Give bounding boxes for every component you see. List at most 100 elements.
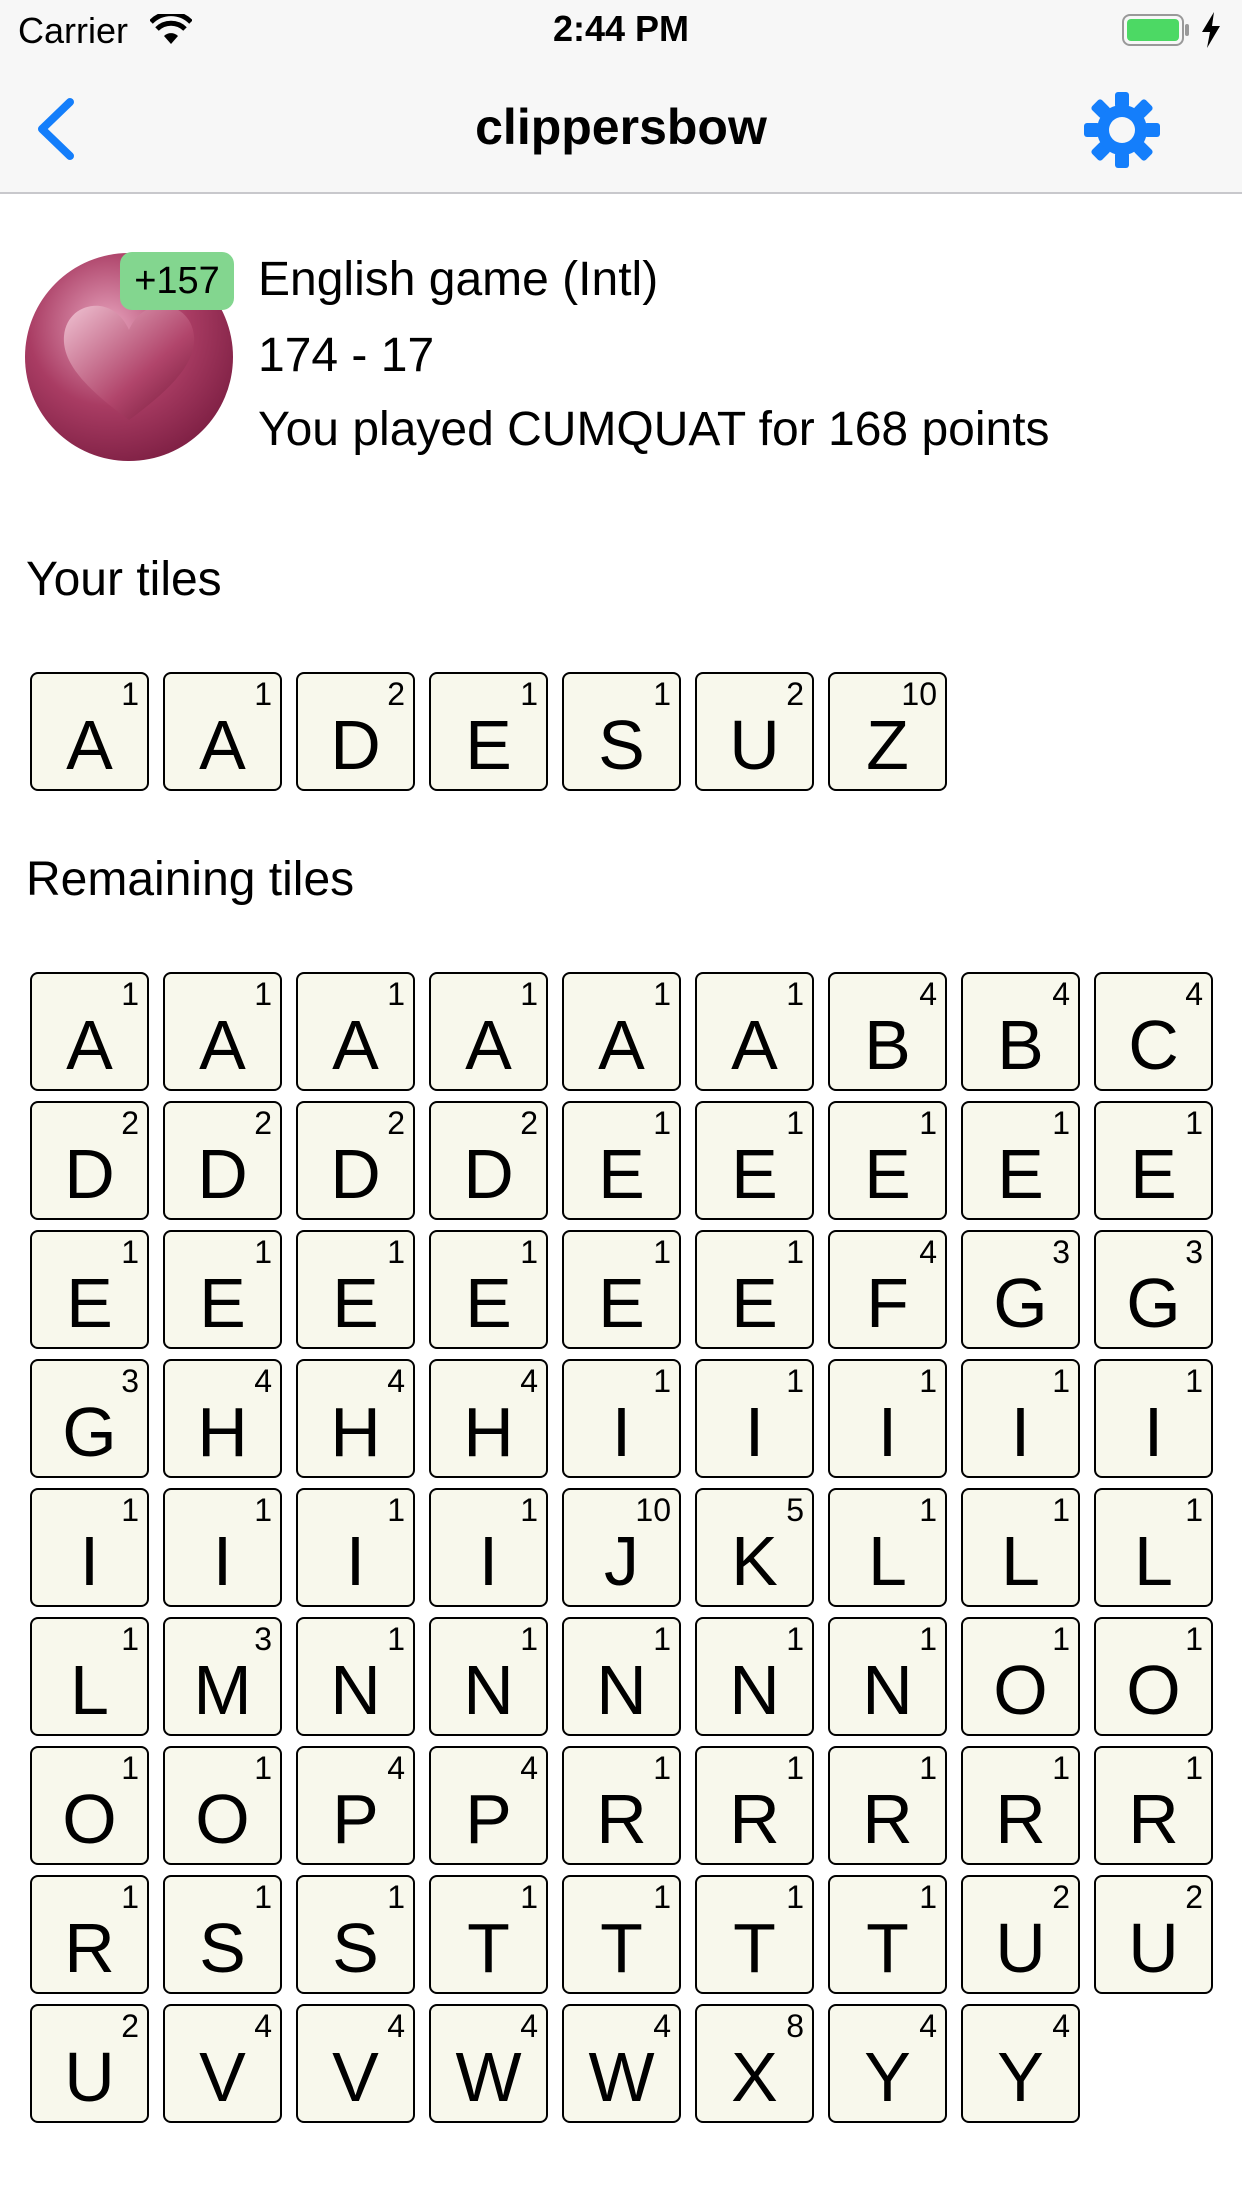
tile-letter: E — [332, 1264, 379, 1342]
tile-letter: V — [199, 2038, 246, 2116]
tile: A1 — [562, 972, 681, 1091]
tile: T1 — [562, 1875, 681, 1994]
tile: I1 — [695, 1359, 814, 1478]
tile-letter: J — [604, 1522, 639, 1600]
tile-value: 4 — [387, 2008, 405, 2044]
tile: V4 — [296, 2004, 415, 2123]
tile: O1 — [163, 1746, 282, 1865]
tile-value: 1 — [121, 1492, 139, 1528]
tile-letter: R — [995, 1780, 1046, 1858]
tile: A1 — [163, 672, 282, 791]
tile-letter: W — [588, 2038, 655, 2116]
tile-letter: D — [197, 1135, 248, 1213]
tile-letter: Y — [864, 2038, 911, 2116]
tile: A1 — [429, 972, 548, 1091]
tile: T1 — [828, 1875, 947, 1994]
tile-letter: D — [64, 1135, 115, 1213]
tile-letter: I — [79, 1522, 100, 1600]
tile-letter: R — [64, 1909, 115, 1987]
tile-value: 1 — [254, 1492, 272, 1528]
tile: N1 — [562, 1617, 681, 1736]
tile-letter: T — [733, 1909, 776, 1987]
tile-letter: X — [731, 2038, 778, 2116]
tile: O1 — [30, 1746, 149, 1865]
score-badge: +157 — [120, 252, 234, 310]
tile: L1 — [961, 1488, 1080, 1607]
tile: P4 — [429, 1746, 548, 1865]
tile-value: 3 — [254, 1621, 272, 1657]
tile-letter: A — [731, 1006, 778, 1084]
tile-letter: I — [212, 1522, 233, 1600]
tile-value: 1 — [786, 1363, 804, 1399]
tile: E1 — [828, 1101, 947, 1220]
tile-letter: A — [332, 1006, 379, 1084]
tile-value: 1 — [254, 676, 272, 712]
tile: G3 — [1094, 1230, 1213, 1349]
tile-letter: I — [611, 1393, 632, 1471]
game-language: English game (Intl) — [258, 253, 659, 306]
tile: A1 — [30, 672, 149, 791]
tile-value: 4 — [254, 2008, 272, 2044]
tile: W4 — [562, 2004, 681, 2123]
gear-icon[interactable] — [1082, 90, 1162, 170]
tile-value: 2 — [520, 1105, 538, 1141]
tile-value: 1 — [786, 1234, 804, 1270]
tile-value: 1 — [520, 976, 538, 1012]
tile-value: 1 — [786, 1621, 804, 1657]
tile-letter: H — [330, 1393, 381, 1471]
battery-charging-icon — [1122, 14, 1189, 46]
tile-value: 3 — [1052, 1234, 1070, 1270]
tile-letter: Z — [866, 706, 909, 784]
tile-value: 1 — [121, 676, 139, 712]
tile-value: 1 — [387, 1621, 405, 1657]
tile-value: 1 — [786, 1750, 804, 1786]
tile-value: 1 — [653, 1879, 671, 1915]
tile-letter: U — [1128, 1909, 1179, 1987]
tile: A1 — [695, 972, 814, 1091]
tile-value: 1 — [653, 976, 671, 1012]
tile: E1 — [30, 1230, 149, 1349]
tile-value: 1 — [520, 676, 538, 712]
tile: U2 — [1094, 1875, 1213, 1994]
tile-letter: I — [1143, 1393, 1164, 1471]
tile-letter: C — [1128, 1006, 1179, 1084]
tile-value: 1 — [254, 1750, 272, 1786]
tile: E1 — [695, 1230, 814, 1349]
tile-value: 1 — [387, 1234, 405, 1270]
tile-letter: A — [66, 706, 113, 784]
tile-letter: I — [744, 1393, 765, 1471]
your-tiles-heading: Your tiles — [26, 553, 222, 606]
tile: E1 — [562, 1230, 681, 1349]
tile-letter: B — [997, 1006, 1044, 1084]
tile-letter: I — [1010, 1393, 1031, 1471]
tile-value: 1 — [121, 1750, 139, 1786]
tile-letter: N — [330, 1651, 381, 1729]
tile-value: 1 — [121, 1234, 139, 1270]
tile: T1 — [429, 1875, 548, 1994]
tile: D2 — [30, 1101, 149, 1220]
tile: W4 — [429, 2004, 548, 2123]
tile-letter: O — [1126, 1651, 1181, 1729]
tile-value: 2 — [786, 676, 804, 712]
tile-value: 1 — [1052, 1363, 1070, 1399]
tile-letter: E — [465, 706, 512, 784]
tile-letter: A — [465, 1006, 512, 1084]
tile-letter: D — [463, 1135, 514, 1213]
tile: E1 — [429, 672, 548, 791]
tile: I1 — [828, 1359, 947, 1478]
tile-letter: S — [598, 706, 645, 784]
status-time: 2:44 PM — [552, 8, 690, 49]
status-bar: Carrier 2:44 PM — [0, 0, 1242, 60]
tile-letter: A — [598, 1006, 645, 1084]
tile: I1 — [429, 1488, 548, 1607]
tile-letter: E — [598, 1264, 645, 1342]
tile-letter: H — [197, 1393, 248, 1471]
tile: R1 — [695, 1746, 814, 1865]
tile: H4 — [429, 1359, 548, 1478]
tile: R1 — [30, 1875, 149, 1994]
tile: A1 — [296, 972, 415, 1091]
tile-letter: O — [195, 1780, 250, 1858]
tile: X8 — [695, 2004, 814, 2123]
tile: G3 — [961, 1230, 1080, 1349]
tile: A1 — [30, 972, 149, 1091]
